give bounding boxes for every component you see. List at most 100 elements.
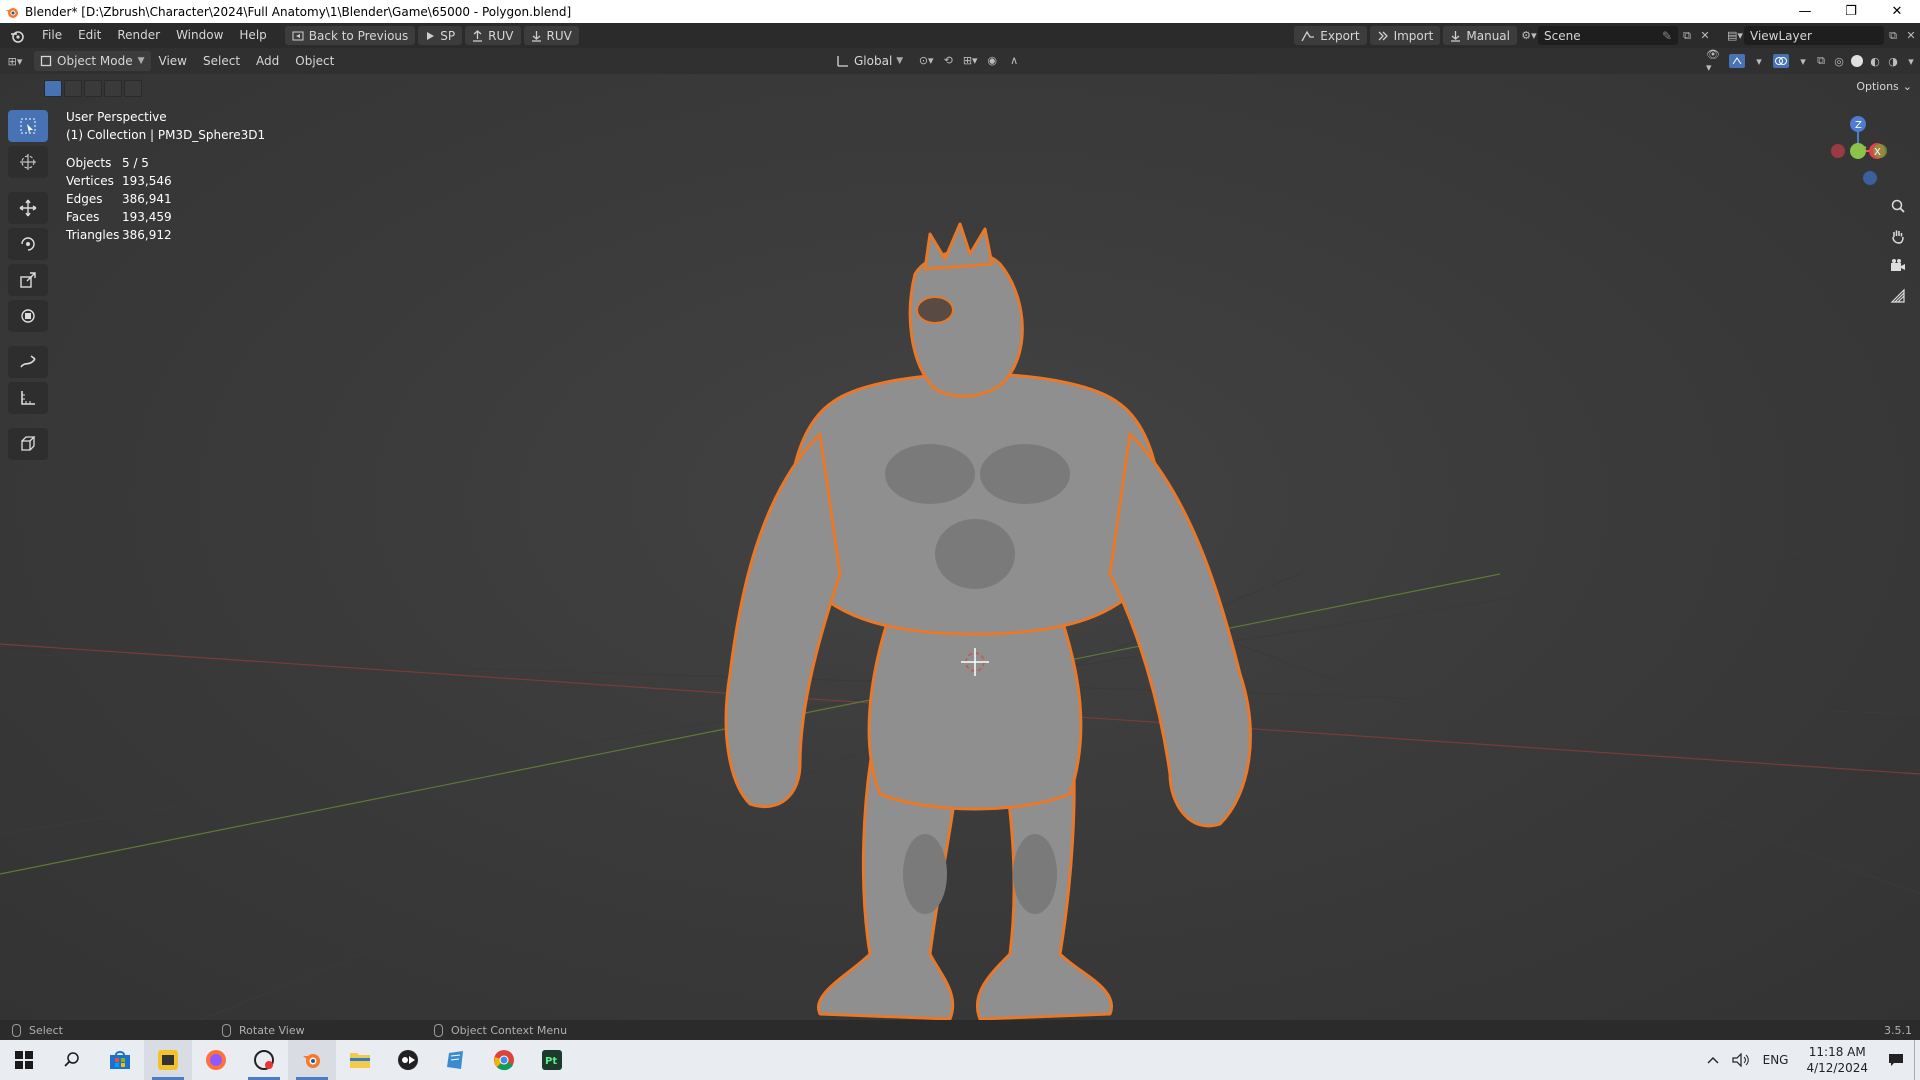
shading-dropdown-icon[interactable]: ▾ xyxy=(1902,52,1920,71)
wireframe-shading-icon[interactable]: ◎ xyxy=(1830,52,1848,71)
menu-help[interactable]: Help xyxy=(231,25,274,46)
windows-start-icon[interactable] xyxy=(0,1040,48,1080)
snap-icon[interactable]: ⟲ xyxy=(939,51,957,70)
back-to-previous-button[interactable]: Back to Previous xyxy=(284,26,416,45)
scene-selector-icon[interactable]: ⚙▾ xyxy=(1520,26,1538,45)
view-layer-field[interactable]: ViewLayer xyxy=(1744,26,1884,45)
view-name: User Perspective xyxy=(66,110,167,124)
scene-field[interactable]: Scene ✎ xyxy=(1538,26,1678,45)
window-title: Blender* [D:\Zbrush\Character\2024\Full … xyxy=(25,4,572,19)
stat-label: Faces xyxy=(66,210,100,224)
sp-button[interactable]: SP xyxy=(418,26,463,45)
pivot-point-icon[interactable]: ⊙▾ xyxy=(917,51,935,70)
select-intersect-button[interactable] xyxy=(124,80,142,97)
visibility-icon[interactable]: 👁▾ xyxy=(1706,48,1724,74)
annotate-icon[interactable] xyxy=(8,346,48,378)
menu-window[interactable]: Window xyxy=(168,25,231,46)
3d-viewport[interactable]: Z X Options ⌄ User Perspective (1) Colle… xyxy=(0,74,1920,1020)
vp-menu-select[interactable]: Select xyxy=(195,54,248,68)
mode-label: Object Mode xyxy=(57,54,133,68)
close-button[interactable]: ✕ xyxy=(1874,0,1920,23)
vp-menu-add[interactable]: Add xyxy=(248,54,287,68)
clock[interactable]: 11:18 AM 4/12/2024 xyxy=(1796,1044,1878,1076)
windows-taskbar: Pt ENG 11:18 AM 4/12/2024 xyxy=(0,1040,1920,1080)
transform-icon[interactable] xyxy=(8,300,48,332)
blender-topbar: File Edit Render Window Help Back to Pre… xyxy=(0,23,1920,48)
maximize-button[interactable]: ❐ xyxy=(1828,0,1874,23)
menu-render[interactable]: Render xyxy=(109,25,168,46)
rotate-icon[interactable] xyxy=(8,228,48,260)
files-app-icon[interactable] xyxy=(144,1040,192,1080)
file-explorer-icon[interactable] xyxy=(336,1040,384,1080)
move-icon[interactable] xyxy=(8,192,48,224)
stat-label: Edges xyxy=(66,192,103,206)
gizmo-dropdown-icon[interactable]: ▾ xyxy=(1750,52,1768,71)
store-icon[interactable] xyxy=(96,1040,144,1080)
cursor-icon[interactable] xyxy=(8,146,48,178)
volume-icon[interactable] xyxy=(1727,1040,1755,1080)
options-button[interactable]: Options ⌄ xyxy=(1856,80,1912,93)
blender-app-icon[interactable] xyxy=(288,1040,336,1080)
view-layer-selector-icon[interactable]: ▤▾ xyxy=(1726,26,1744,45)
select-box-icon[interactable] xyxy=(8,110,48,142)
chrome-icon[interactable] xyxy=(480,1040,528,1080)
vp-menu-object[interactable]: Object xyxy=(287,54,342,68)
status-context-label: Object Context Menu xyxy=(451,1023,568,1037)
new-view-layer-icon[interactable]: ⧉ xyxy=(1884,26,1902,45)
falloff-icon[interactable]: ∧ xyxy=(1005,51,1023,70)
snap-target-icon[interactable]: ⊞▾ xyxy=(961,51,979,70)
search-icon[interactable] xyxy=(48,1040,96,1080)
solid-shading-icon[interactable] xyxy=(1848,52,1866,71)
scale-icon[interactable] xyxy=(8,264,48,296)
chevron-up-icon[interactable] xyxy=(1699,1040,1727,1080)
media-player-icon[interactable] xyxy=(384,1040,432,1080)
status-rotate-label: Rotate View xyxy=(239,1023,305,1037)
stat-label: Triangles xyxy=(66,228,120,242)
davinci-icon[interactable] xyxy=(240,1040,288,1080)
chevron-down-icon: ⌄ xyxy=(1902,80,1912,93)
play-icon xyxy=(427,31,435,40)
blender-menu-icon[interactable] xyxy=(0,29,34,43)
vp-menu-view[interactable]: View xyxy=(151,54,195,68)
gizmo-toggle-icon[interactable] xyxy=(1724,52,1750,71)
transform-orientation-value[interactable]: Global xyxy=(854,54,892,68)
material-preview-shading-icon[interactable]: ◐ xyxy=(1866,52,1884,71)
pin-icon[interactable]: ✎ xyxy=(1662,29,1672,43)
add-cube-icon[interactable] xyxy=(8,428,48,460)
new-scene-icon[interactable]: ⧉ xyxy=(1678,26,1696,45)
remove-scene-icon[interactable]: ✕ xyxy=(1696,26,1714,45)
viewport-header-right: 👁▾ ▾ ▾ ⧉ ◎ ◐ ◑ ▾ xyxy=(1706,48,1920,74)
proportional-editing-icon[interactable]: ◉ xyxy=(983,51,1001,70)
ruv-export-button[interactable]: RUV xyxy=(465,26,521,45)
camera-view-icon[interactable] xyxy=(1886,254,1910,278)
zoom-icon[interactable] xyxy=(1886,194,1910,218)
mode-selector[interactable]: Object Mode ▼ xyxy=(34,51,151,71)
notifications-icon[interactable] xyxy=(1878,1040,1914,1080)
editor-type-icon[interactable]: ⊞▾ xyxy=(0,52,30,71)
overlays-toggle-icon[interactable] xyxy=(1768,52,1794,71)
minimize-button[interactable]: — xyxy=(1782,0,1828,23)
menu-file[interactable]: File xyxy=(34,25,70,46)
menu-edit[interactable]: Edit xyxy=(70,25,109,46)
xray-toggle-icon[interactable]: ⧉ xyxy=(1812,52,1830,71)
notes-app-icon[interactable] xyxy=(432,1040,480,1080)
language-indicator[interactable]: ENG xyxy=(1755,1053,1797,1067)
manual-button[interactable]: Manual xyxy=(1443,26,1517,45)
overlays-dropdown-icon[interactable]: ▾ xyxy=(1794,52,1812,71)
firefox-icon[interactable] xyxy=(192,1040,240,1080)
measure-icon[interactable] xyxy=(8,382,48,414)
export-button[interactable]: Export xyxy=(1294,26,1367,45)
remove-view-layer-icon[interactable]: ✕ xyxy=(1902,26,1920,45)
viewport-header: ⊞▾ Object Mode ▼ View Select Add Object … xyxy=(0,48,1920,74)
select-new-button[interactable] xyxy=(44,80,62,97)
show-desktop-button[interactable] xyxy=(1914,1040,1920,1080)
toggle-projection-icon[interactable] xyxy=(1886,284,1910,308)
select-extend-button[interactable] xyxy=(64,80,82,97)
import-button[interactable]: Import xyxy=(1369,26,1441,45)
select-subtract-button[interactable] xyxy=(84,80,102,97)
select-invert-button[interactable] xyxy=(104,80,122,97)
ruv-import-button[interactable]: RUV xyxy=(523,26,579,45)
rendered-shading-icon[interactable]: ◑ xyxy=(1884,52,1902,71)
substance-painter-icon[interactable]: Pt xyxy=(528,1040,576,1080)
pan-hand-icon[interactable] xyxy=(1886,224,1910,248)
